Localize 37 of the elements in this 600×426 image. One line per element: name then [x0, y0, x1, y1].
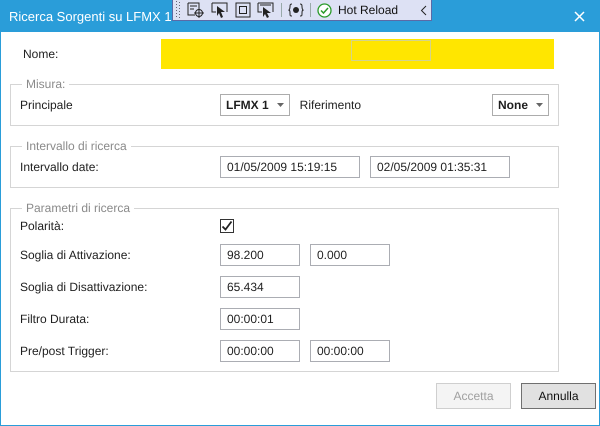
hot-reload-label[interactable]: Hot Reload	[338, 3, 398, 17]
dialog-button[interactable]: Annulla	[521, 383, 596, 409]
name-field[interactable]	[161, 39, 554, 69]
caret-icon	[536, 103, 543, 107]
target-icon[interactable]	[187, 2, 205, 18]
field-label: Soglia di Attivazione:	[20, 248, 132, 262]
dropdown[interactable]: LFMX 1	[220, 94, 290, 116]
field-label: Intervallo date:	[20, 160, 100, 174]
input-field[interactable]: 65.434	[220, 276, 300, 298]
field-label: Filtro Durata:	[20, 312, 90, 326]
pointer-icon[interactable]	[211, 2, 229, 18]
close-icon[interactable]	[574, 10, 585, 22]
braces-icon[interactable]	[288, 3, 304, 17]
field-label: Principale	[20, 98, 74, 112]
field-label: Polarità:	[20, 219, 66, 233]
input-field[interactable]: 0.000	[310, 244, 390, 266]
field-label: Nome:	[23, 47, 60, 61]
input-field[interactable]: 98.200	[220, 244, 300, 266]
window-title: Ricerca Sorgenti su LFMX 1	[9, 8, 172, 24]
caret-icon	[276, 103, 284, 107]
chevron-left-icon[interactable]	[420, 4, 427, 16]
input-field[interactable]: 00:00:01	[220, 308, 300, 330]
input-field[interactable]: 00:00:00	[220, 340, 300, 362]
input-field[interactable]: 01/05/2009 15:19:15	[220, 156, 360, 178]
field-label: Riferimento	[300, 98, 362, 112]
field-label: Soglia di Disattivazione:	[20, 280, 148, 294]
pointer-icon[interactable]	[257, 2, 275, 18]
group-title: Misura:	[25, 77, 66, 91]
group-title: Parametri di ricerca	[25, 201, 132, 215]
dropdown[interactable]: None	[492, 94, 549, 116]
check-circle-icon[interactable]	[317, 2, 332, 18]
group-title: Intervallo di ricerca	[25, 139, 128, 153]
field-label: Pre/post Trigger:	[20, 344, 110, 358]
checkbox[interactable]	[220, 219, 234, 233]
square-icon[interactable]	[235, 2, 251, 18]
input-field[interactable]: 00:00:00	[310, 340, 390, 362]
input-field[interactable]: 02/05/2009 01:35:31	[370, 156, 510, 178]
